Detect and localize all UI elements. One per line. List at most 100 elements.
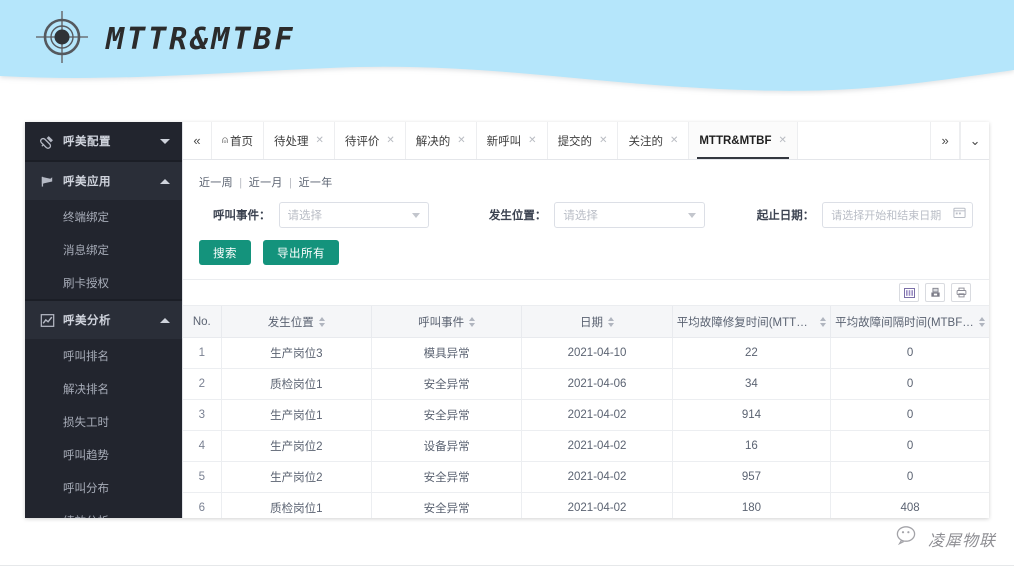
sort-icon[interactable] [608, 317, 614, 327]
sidebar-group-label: 呼美应用 [63, 173, 160, 189]
chevron-down-icon [688, 213, 696, 218]
cell-location: 生产岗位3 [221, 338, 371, 369]
column-header-mtbf[interactable]: 平均故障间隔时间(MTBF)(... [831, 306, 989, 338]
table-row[interactable]: 6 质检岗位1 安全异常 2021-04-02 180 408 [183, 493, 989, 518]
cell-event: 模具异常 [371, 338, 521, 369]
chevron-down-icon [412, 213, 420, 218]
table-row[interactable]: 1 生产岗位3 模具异常 2021-04-10 22 0 [183, 338, 989, 369]
tab-new-call[interactable]: 新呼叫 ✕ [477, 122, 548, 159]
close-icon[interactable]: ✕ [670, 135, 678, 146]
printer-icon[interactable] [951, 283, 971, 302]
cell-mtbf: 408 [831, 493, 989, 518]
close-icon[interactable]: ✕ [779, 135, 787, 146]
table-row[interactable]: 5 生产岗位2 安全异常 2021-04-02 957 0 [183, 462, 989, 493]
chevron-down-icon[interactable]: ⌄ [960, 122, 989, 159]
cell-date: 2021-04-02 [522, 462, 672, 493]
close-icon[interactable]: ✕ [457, 135, 465, 146]
quick-link-week[interactable]: 近一周 [199, 177, 233, 189]
cell-location: 生产岗位1 [221, 400, 371, 431]
filter-actions: 搜索 导出所有 [199, 240, 973, 265]
sort-icon[interactable] [469, 317, 475, 327]
table-scroll-area[interactable]: No. 发生位置 呼叫事件 [183, 305, 989, 518]
sidebar-item-message-binding[interactable]: 消息绑定 [25, 233, 182, 266]
watermark-text: 凌犀物联 [928, 527, 996, 551]
close-icon[interactable]: ✕ [316, 135, 324, 146]
export-all-button[interactable]: 导出所有 [263, 240, 339, 265]
tab-followed[interactable]: 关注的 ✕ [618, 122, 689, 159]
sidebar-item-card-auth[interactable]: 刷卡授权 [25, 266, 182, 299]
sidebar-group-analysis[interactable]: 呼美分析 [25, 301, 182, 339]
tab-mttr-mtbf[interactable]: MTTR&MTBF ✕ [689, 122, 798, 159]
quick-range-links: 近一周 | 近一月 | 近一年 [199, 174, 973, 190]
column-header-date[interactable]: 日期 [522, 306, 672, 338]
column-label: No. [193, 316, 211, 328]
table-row[interactable]: 2 质检岗位1 安全异常 2021-04-06 34 0 [183, 369, 989, 400]
call-event-label: 呼叫事件： [213, 207, 271, 223]
sidebar-item-resolve-ranking[interactable]: 解决排名 [25, 372, 182, 405]
table-row[interactable]: 3 生产岗位1 安全异常 2021-04-02 914 0 [183, 400, 989, 431]
column-header-event[interactable]: 呼叫事件 [371, 306, 521, 338]
cell-location: 质检岗位1 [221, 493, 371, 518]
columns-config-icon[interactable] [899, 283, 919, 302]
tab-label: 新呼叫 [487, 133, 522, 149]
sidebar-item-lost-hours[interactable]: 损失工时 [25, 405, 182, 438]
tab-label: 提交的 [558, 133, 593, 149]
chevrons-left-icon[interactable]: « [183, 122, 212, 159]
plug-icon [39, 133, 55, 149]
sidebar-group-label: 呼美分析 [63, 312, 160, 328]
close-icon[interactable]: ✕ [528, 135, 536, 146]
export-excel-icon[interactable] [925, 283, 945, 302]
sidebar-group-config[interactable]: 呼美配置 [25, 122, 182, 160]
sidebar-item-label: 呼叫分布 [63, 480, 109, 496]
page-banner: MTTR&MTBF [0, 0, 1014, 96]
sidebar-item-call-distribution[interactable]: 呼叫分布 [25, 471, 182, 504]
sort-icon[interactable] [319, 317, 325, 327]
content-card: 近一周 | 近一月 | 近一年 呼叫事件： 请选择 发生位置： 请选择 [183, 160, 989, 518]
cell-mtbf: 0 [831, 400, 989, 431]
cell-event: 安全异常 [371, 493, 521, 518]
tab-home[interactable]: ⍝ 首页 [212, 122, 264, 159]
sidebar-group-apps[interactable]: 呼美应用 [25, 162, 182, 200]
cell-no: 2 [183, 369, 221, 400]
sidebar-item-performance-analysis[interactable]: 绩效分析 [25, 504, 182, 518]
tab-resolved[interactable]: 解决的 ✕ [406, 122, 477, 159]
sidebar-item-label: 损失工时 [63, 414, 109, 430]
cell-event: 安全异常 [371, 462, 521, 493]
table-row[interactable]: 4 生产岗位2 设备异常 2021-04-02 16 0 [183, 431, 989, 462]
sidebar-item-terminal-binding[interactable]: 终端绑定 [25, 200, 182, 233]
sidebar-item-label: 解决排名 [63, 381, 109, 397]
sidebar-item-label: 呼叫排名 [63, 348, 109, 364]
call-event-select[interactable]: 请选择 [279, 202, 430, 228]
sidebar-group-label: 呼美配置 [63, 133, 160, 149]
location-select[interactable]: 请选择 [554, 202, 705, 228]
quick-link-year[interactable]: 近一年 [299, 177, 333, 189]
tab-label: MTTR&MTBF [699, 135, 771, 147]
sort-icon[interactable] [979, 317, 985, 327]
chart-line-icon [39, 312, 55, 328]
tab-pending[interactable]: 待处理 ✕ [264, 122, 335, 159]
column-header-location[interactable]: 发生位置 [221, 306, 371, 338]
tab-submitted[interactable]: 提交的 ✕ [548, 122, 619, 159]
cell-mttr: 957 [672, 462, 830, 493]
cell-no: 3 [183, 400, 221, 431]
chevrons-right-icon[interactable]: » [931, 122, 960, 159]
sort-icon[interactable] [820, 317, 826, 327]
tab-to-review[interactable]: 待评价 ✕ [335, 122, 406, 159]
close-icon[interactable]: ✕ [599, 135, 607, 146]
cell-date: 2021-04-10 [522, 338, 672, 369]
cell-date: 2021-04-02 [522, 400, 672, 431]
date-range-input[interactable]: 请选择开始和结束日期 [822, 202, 973, 228]
quick-link-month[interactable]: 近一月 [249, 177, 283, 189]
cell-mttr: 914 [672, 400, 830, 431]
cell-event: 设备异常 [371, 431, 521, 462]
tab-list: ⍝ 首页 待处理 ✕ 待评价 ✕ 解决的 ✕ 新呼叫 ✕ [212, 122, 931, 159]
sidebar-item-call-trend[interactable]: 呼叫趋势 [25, 438, 182, 471]
cell-mtbf: 0 [831, 431, 989, 462]
column-header-no[interactable]: No. [183, 306, 221, 338]
table-body: 1 生产岗位3 模具异常 2021-04-10 22 0 2 质检岗位1 安全异… [183, 338, 989, 518]
close-icon[interactable]: ✕ [386, 135, 394, 146]
home-icon: ⍝ [222, 135, 228, 146]
column-header-mttr[interactable]: 平均故障修复时间(MTTR)(... [672, 306, 830, 338]
search-button[interactable]: 搜索 [199, 240, 251, 265]
sidebar-item-call-ranking[interactable]: 呼叫排名 [25, 339, 182, 372]
